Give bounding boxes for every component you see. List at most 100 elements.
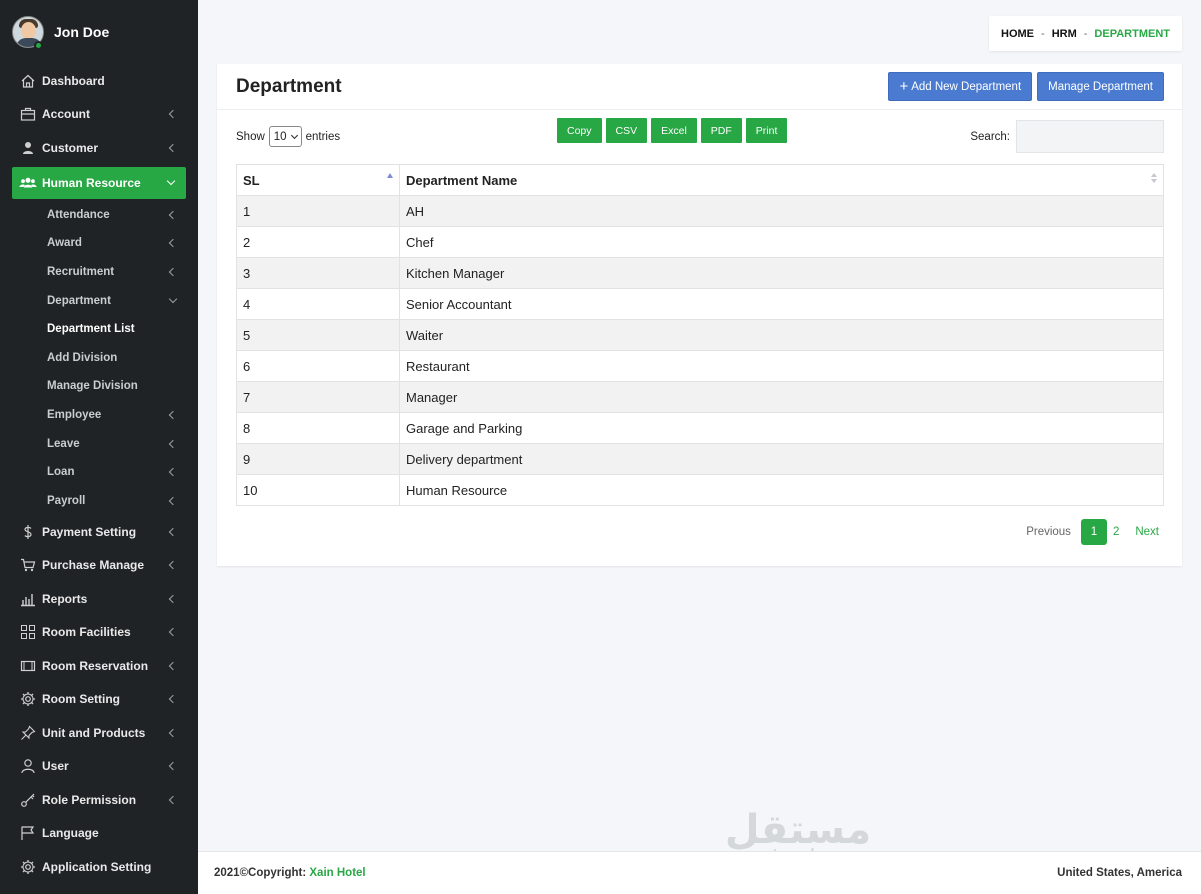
cell-department-name: Restaurant [399, 350, 1164, 382]
sidebar-item-label: Unit and Products [42, 725, 146, 740]
department-table: SL Department Name 1 AH 2 Chef 3 Kitchen Ma… [236, 164, 1164, 506]
table-row: 6 Restaurant [236, 350, 1164, 382]
sidebar-subitem-label: Payroll [47, 494, 86, 507]
sidebar-item-room-reservation[interactable]: Room Reservation [0, 649, 198, 683]
sidebar-item-label: Room Reservation [42, 658, 149, 673]
cell-sl: 1 [236, 195, 400, 227]
add-new-department-label: Add New Department [911, 80, 1022, 93]
sidebar-subitem-label: Manage Division [47, 380, 138, 393]
search-box: Search: [970, 120, 1164, 153]
cell-sl: 3 [236, 257, 400, 289]
footer-location: United States, America [1057, 867, 1182, 879]
brand-link[interactable]: Xain Hotel [309, 867, 365, 879]
show-label: Show [236, 130, 265, 143]
sidebar-item-reports[interactable]: Reports [0, 582, 198, 616]
pagination-page-1[interactable]: 1 [1080, 519, 1107, 545]
sidebar-subitem-department-list[interactable]: Department List [0, 315, 198, 344]
cell-department-name: Delivery department [399, 443, 1164, 475]
cell-department-name: Human Resource [399, 474, 1164, 506]
excel-button[interactable]: Excel [651, 118, 697, 143]
sidebar-subitem-label: Recruitment [47, 265, 115, 278]
sidebar-item-payment-setting[interactable]: Payment Setting [0, 515, 198, 549]
column-header-sl[interactable]: SL [236, 164, 400, 196]
person-icon [19, 139, 37, 157]
chevron-left-icon [168, 594, 178, 604]
user-panel[interactable]: Jon Doe [0, 0, 198, 64]
pagination-page-2[interactable]: 2 [1107, 519, 1125, 545]
column-header-label: Department Name [406, 172, 518, 188]
sidebar-subitem-label: Department [47, 294, 111, 307]
sidebar-subitem-add-division[interactable]: Add Division [0, 343, 198, 372]
breadcrumb-hrm[interactable]: HRM [1052, 28, 1077, 40]
breadcrumb-current: DEPARTMENT [1094, 27, 1170, 40]
pagination-previous[interactable]: Previous [1020, 519, 1077, 545]
chevron-left-icon [168, 527, 178, 537]
chevron-left-icon [168, 762, 178, 771]
sidebar-item-human-resource[interactable]: Human Resource [12, 166, 186, 199]
entries-select[interactable]: 10 [268, 126, 302, 147]
sidebar-item-label: Room Facilities [42, 625, 131, 640]
sidebar-subitem-recruitment[interactable]: Recruitment [0, 258, 198, 287]
chevron-left-icon [168, 143, 178, 152]
sidebar-item-label: Language [42, 826, 99, 841]
column-header-label: SL [243, 172, 260, 188]
print-button[interactable]: Print [745, 118, 788, 143]
sidebar-subitem-label: Add Division [47, 351, 118, 364]
chevron-left-icon [168, 110, 178, 119]
cell-sl: 8 [236, 412, 400, 444]
sidebar-item-label: Customer [42, 140, 99, 155]
sidebar-subitem-manage-division[interactable]: Manage Division [0, 372, 198, 401]
sort-ascending-icon [387, 173, 393, 178]
sidebar-item-dashboard[interactable]: Dashboard [0, 64, 198, 98]
breadcrumb-separator: - [1041, 27, 1045, 40]
table-row: 4 Senior Accountant [236, 288, 1164, 320]
sidebar-item-customer[interactable]: Customer [0, 131, 198, 165]
sidebar-item-application-setting[interactable]: Application Setting [0, 850, 198, 884]
sidebar-item-label: Role Permission [42, 792, 137, 807]
cell-sl: 10 [236, 474, 400, 506]
watermark-arabic: مستقل [724, 807, 872, 853]
chevron-down-icon [168, 294, 178, 303]
sidebar-subitem-leave[interactable]: Leave [0, 429, 198, 458]
csv-button[interactable]: CSV [605, 118, 648, 143]
table-row: 10 Human Resource [236, 474, 1164, 506]
sidebar-item-room-setting[interactable]: Room Setting [0, 683, 198, 717]
sidebar-subitem-label: Loan [47, 466, 75, 479]
sidebar-subitem-department[interactable]: Department [0, 286, 198, 315]
sidebar-item-language[interactable]: Language [0, 817, 198, 851]
cell-sl: 7 [236, 381, 400, 413]
sort-icon [1151, 173, 1157, 185]
sidebar-subitem-loan[interactable]: Loan [0, 458, 198, 487]
chevron-left-icon [168, 496, 178, 505]
breadcrumb-home[interactable]: HOME [1001, 28, 1034, 40]
copy-button[interactable]: Copy [557, 118, 602, 143]
sidebar-subitem-award[interactable]: Award [0, 229, 198, 258]
chevron-down-icon [166, 176, 176, 185]
cart-icon [19, 556, 37, 574]
sidebar-item-role-permission[interactable]: Role Permission [0, 783, 198, 817]
sidebar: Jon Doe Dashboard Account Customer Human… [0, 0, 198, 894]
sidebar-item-purchase-manage[interactable]: Purchase Manage [0, 549, 198, 583]
sidebar-item-label: Reports [42, 591, 88, 606]
manage-department-button[interactable]: Manage Department [1037, 72, 1164, 101]
pdf-button[interactable]: PDF [700, 118, 742, 143]
sidebar-item-label: User [42, 759, 69, 774]
sidebar-item-room-facilities[interactable]: Room Facilities [0, 616, 198, 650]
column-header-department-name[interactable]: Department Name [399, 164, 1164, 196]
cell-department-name: AH [399, 195, 1164, 227]
sidebar-item-label: Human Resource [42, 175, 141, 190]
search-input[interactable] [1016, 120, 1164, 153]
cell-sl: 2 [236, 226, 400, 258]
sidebar-item-unit-and-products[interactable]: Unit and Products [0, 716, 198, 750]
table-row: 9 Delivery department [236, 443, 1164, 475]
sidebar-subitem-attendance[interactable]: Attendance [0, 201, 198, 230]
sidebar-subitem-employee[interactable]: Employee [0, 401, 198, 430]
chevron-left-icon [168, 239, 178, 248]
add-new-department-button[interactable]: + Add New Department [888, 72, 1033, 101]
sidebar-subitem-payroll[interactable]: Payroll [0, 486, 198, 515]
pagination-next[interactable]: Next [1129, 519, 1165, 545]
chevron-left-icon [168, 628, 178, 637]
sidebar-item-account[interactable]: Account [0, 98, 198, 132]
sidebar-item-user[interactable]: User [0, 750, 198, 784]
chevron-left-icon [168, 467, 178, 477]
